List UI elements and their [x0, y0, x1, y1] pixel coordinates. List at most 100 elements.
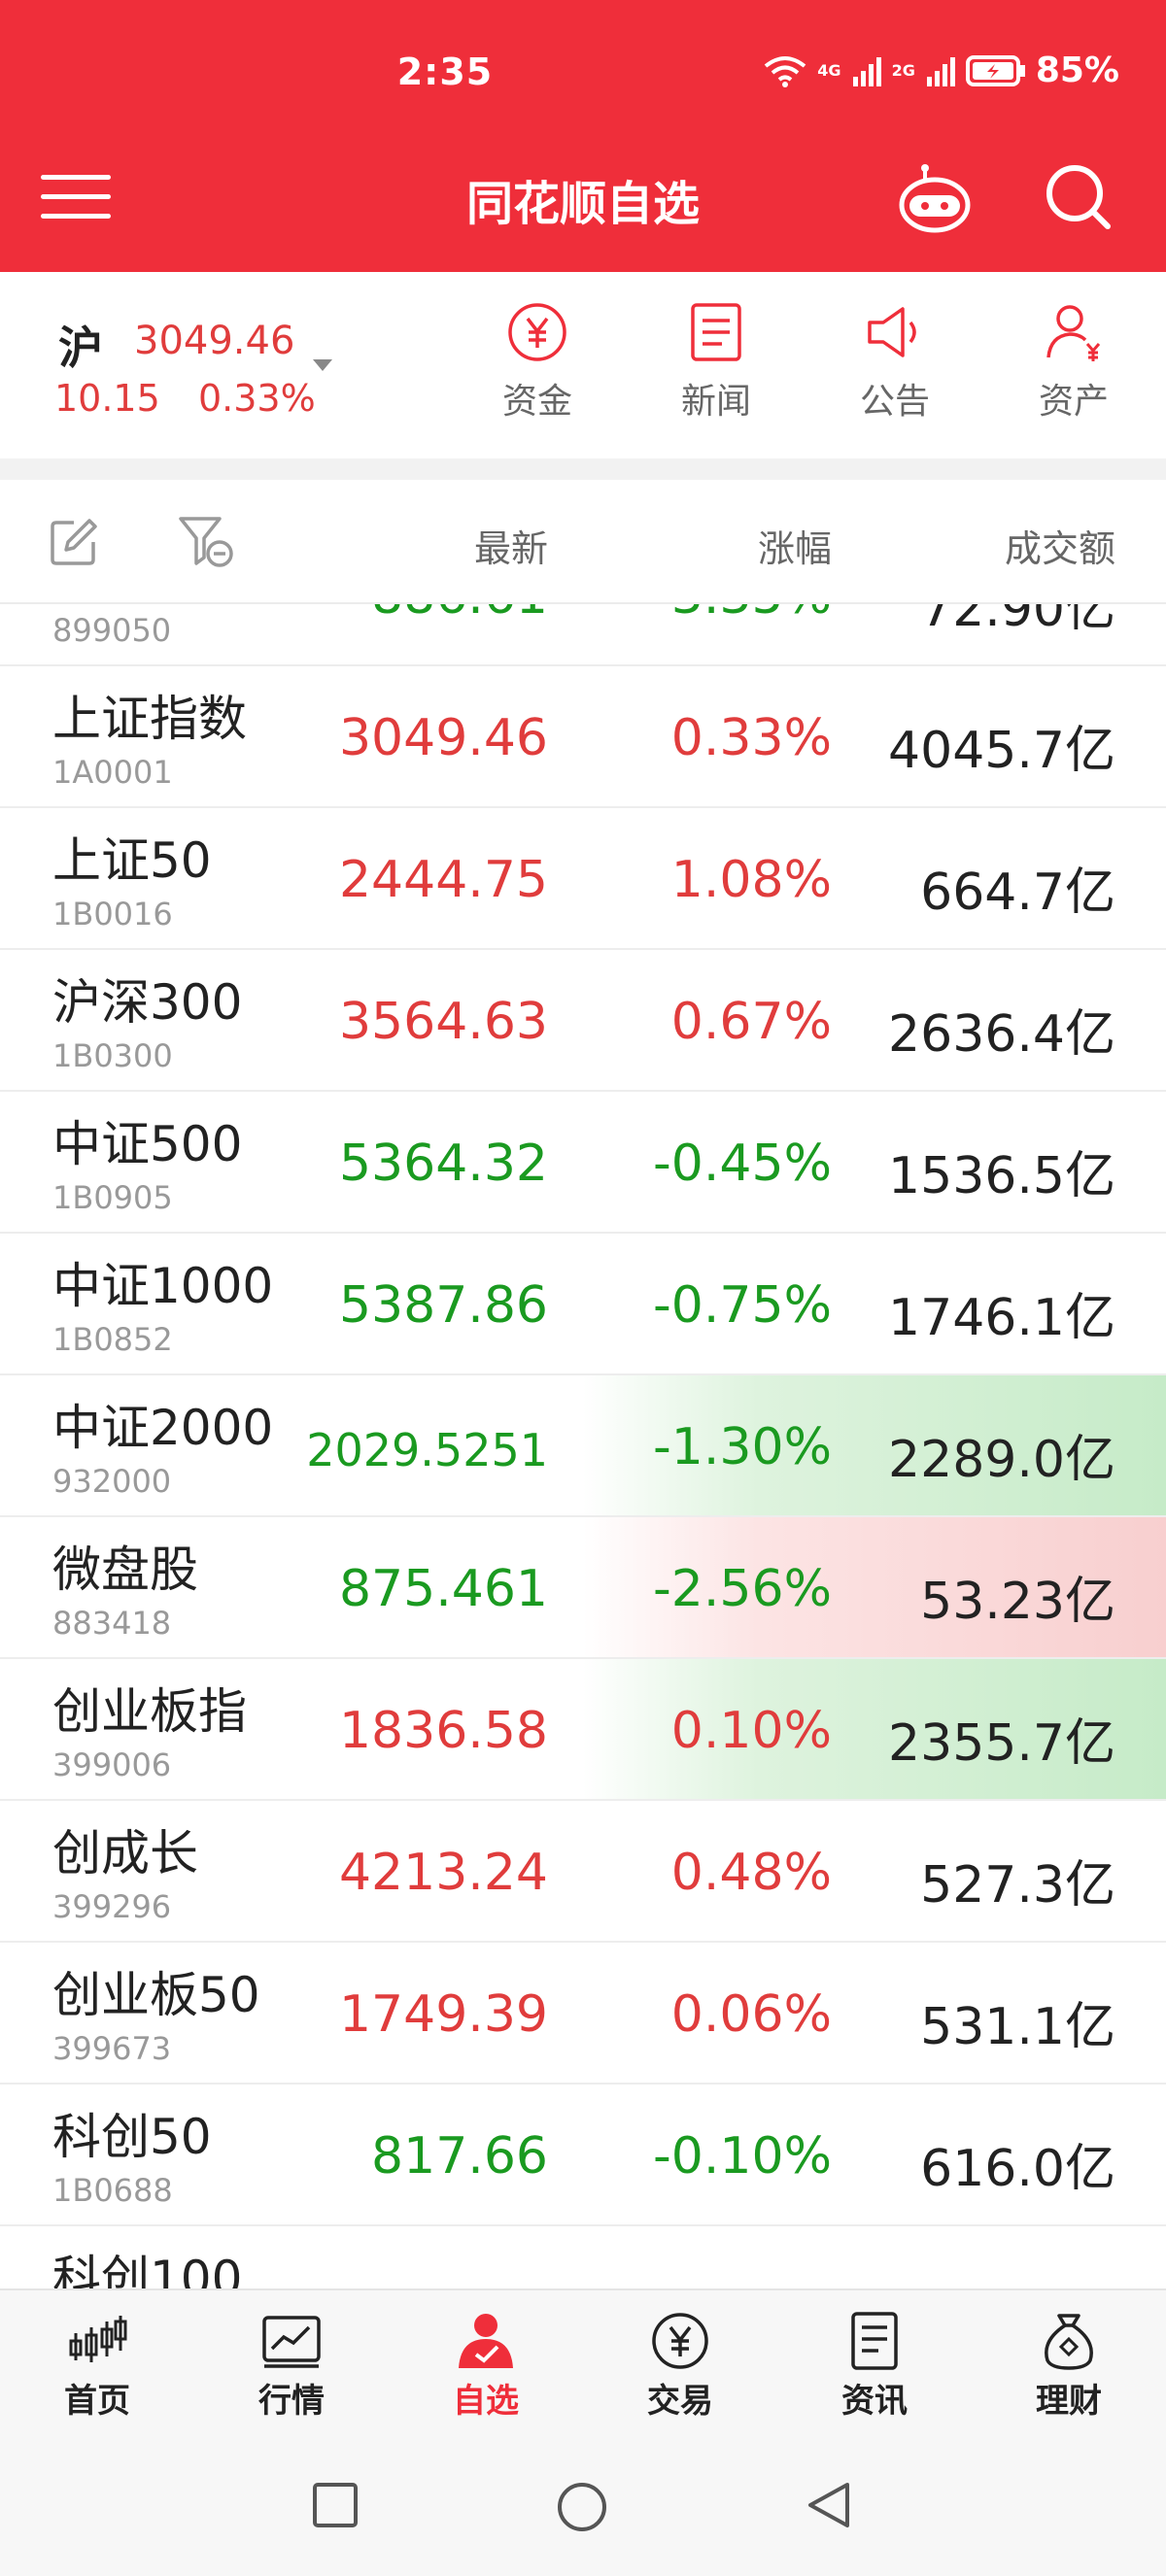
row-volume: 616.0亿 — [920, 2140, 1115, 2198]
column-volume[interactable]: 成交额 — [1005, 519, 1115, 572]
person-yuan-icon — [1046, 305, 1101, 361]
robot-assistant-icon[interactable] — [896, 160, 974, 238]
table-row[interactable]: 上证50 1B0016 2444.75 1.08% 664.7亿 — [0, 808, 1166, 950]
filter-icon[interactable] — [177, 515, 235, 569]
index-summary[interactable]: 沪 3049.46 10.15 0.33% 资金 新闻 公告 资产 — [0, 272, 1166, 458]
page-title: 同花顺自选 — [465, 177, 700, 231]
row-change: -3.35% — [653, 604, 832, 626]
column-header: 最新 涨幅 成交额 — [0, 480, 1166, 604]
row-volume: 1536.5亿 — [888, 1147, 1115, 1205]
row-latest: 875.461 — [338, 1560, 548, 1618]
nav-market[interactable]: 行情 — [214, 2312, 369, 2422]
table-row[interactable]: 上证指数 1A0001 3049.46 0.33% 4045.7亿 — [0, 666, 1166, 808]
index-percent: 0.33% — [198, 377, 316, 420]
candlestick-icon — [69, 2316, 127, 2362]
yuan-circle-icon — [508, 303, 566, 361]
row-change: 1.08% — [670, 851, 832, 909]
document-icon — [691, 303, 741, 361]
table-row[interactable]: 科创100 — [0, 2226, 1166, 2288]
column-change[interactable]: 涨幅 — [758, 519, 832, 572]
nav-trade[interactable]: 交易 — [602, 2312, 758, 2422]
network-label-1: 4G — [817, 61, 841, 80]
quick-link-announcements[interactable]: 公告 — [822, 301, 968, 424]
person-check-icon — [459, 2314, 513, 2368]
yuan-circle-icon — [652, 2313, 708, 2369]
home-icon[interactable] — [556, 2481, 608, 2533]
row-change: -0.75% — [653, 1276, 832, 1335]
row-code: 1B0688 — [52, 2172, 173, 2209]
row-name: 创业板指 — [52, 1683, 247, 1740]
section-divider — [0, 458, 1166, 480]
status-time: 2:35 — [396, 51, 494, 93]
column-latest[interactable]: 最新 — [474, 519, 548, 572]
row-change: -2.56% — [653, 1560, 832, 1618]
battery-percent: 85% — [1035, 51, 1119, 90]
row-code: 399006 — [52, 1746, 172, 1783]
watchlist[interactable]: 北证50 899050 886.61 -3.35% 72.90亿上证指数 1A0001 30… — [0, 604, 1166, 2288]
quick-link-funds[interactable]: 资金 — [464, 301, 610, 424]
row-code: 1A0001 — [52, 754, 173, 791]
row-name: 上证指数 — [52, 691, 247, 747]
row-code: 399296 — [52, 1888, 172, 1925]
quick-link-label: 新闻 — [680, 382, 751, 422]
dropdown-caret-icon[interactable] — [313, 359, 332, 371]
status-indicators: 4G 2G 85% — [763, 51, 1119, 90]
bottom-nav: 首页 行情 自选 交易 资讯 理财 — [0, 2288, 1166, 2430]
index-name: 沪 — [58, 322, 103, 374]
row-volume: 4045.7亿 — [888, 722, 1115, 780]
network-label-2: 2G — [891, 61, 915, 80]
row-latest: 5387.86 — [338, 1276, 548, 1335]
table-row[interactable]: 创业板指 399006 1836.58 0.10% 2355.7亿 — [0, 1659, 1166, 1801]
recent-apps-icon[interactable] — [311, 2481, 360, 2529]
row-latest: 5364.32 — [338, 1135, 548, 1193]
row-name: 中证1000 — [52, 1258, 274, 1314]
nav-label: 行情 — [258, 2382, 325, 2421]
row-latest: 2029.5251 — [306, 1424, 548, 1476]
chart-icon — [262, 2316, 321, 2368]
row-volume: 664.7亿 — [920, 864, 1115, 922]
signal-icon — [926, 56, 955, 86]
edit-icon[interactable] — [49, 517, 99, 567]
megaphone-icon — [868, 307, 916, 357]
table-row[interactable]: 沪深300 1B0300 3564.63 0.67% 2636.4亿 — [0, 950, 1166, 1092]
row-code: 932000 — [52, 1463, 172, 1500]
row-change: 0.67% — [670, 993, 832, 1051]
back-icon[interactable] — [805, 2481, 853, 2529]
row-name: 创成长 — [52, 1825, 198, 1881]
quick-link-label: 资产 — [1038, 382, 1109, 422]
table-row[interactable]: 中证1000 1B0852 5387.86 -0.75% 1746.1亿 — [0, 1234, 1166, 1375]
row-latest: 4213.24 — [338, 1844, 548, 1902]
nav-label: 理财 — [1036, 2382, 1102, 2421]
row-latest: 2444.75 — [338, 851, 548, 909]
table-row[interactable]: 创成长 399296 4213.24 0.48% 527.3亿 — [0, 1801, 1166, 1943]
table-row[interactable]: 中证2000 932000 2029.5251 -1.30% 2289.0亿 — [0, 1375, 1166, 1517]
row-code: 899050 — [52, 612, 172, 649]
index-price: 3049.46 — [134, 319, 295, 363]
wifi-icon — [765, 55, 806, 87]
table-row[interactable]: 微盘股 883418 875.461 -2.56% 53.23亿 — [0, 1517, 1166, 1659]
nav-label: 资讯 — [841, 2382, 908, 2421]
row-volume: 2636.4亿 — [888, 1005, 1115, 1064]
nav-label: 自选 — [453, 2382, 519, 2421]
row-latest: 886.61 — [371, 604, 548, 626]
row-name: 沪深300 — [52, 974, 243, 1031]
nav-label: 交易 — [647, 2382, 713, 2421]
search-icon[interactable] — [1042, 160, 1115, 234]
nav-watchlist[interactable]: 自选 — [408, 2312, 564, 2422]
table-row[interactable]: 创业板50 399673 1749.39 0.06% 531.1亿 — [0, 1943, 1166, 2085]
table-row[interactable]: 北证50 899050 886.61 -3.35% 72.90亿 — [0, 604, 1166, 666]
signal-icon — [852, 56, 881, 86]
table-row[interactable]: 科创50 1B0688 817.66 -0.10% 616.0亿 — [0, 2085, 1166, 2226]
row-volume: 2355.7亿 — [888, 1714, 1115, 1773]
nav-home[interactable]: 首页 — [19, 2312, 175, 2422]
nav-info[interactable]: 资讯 — [797, 2312, 952, 2422]
table-row[interactable]: 中证500 1B0905 5364.32 -0.45% 1536.5亿 — [0, 1092, 1166, 1234]
document-icon — [851, 2312, 898, 2370]
app-header: 2:35 4G 2G 85% 同花顺自选 — [0, 0, 1166, 272]
row-change: -0.10% — [653, 2127, 832, 2186]
quick-link-label: 公告 — [859, 382, 930, 422]
nav-wealth[interactable]: 理财 — [991, 2312, 1147, 2422]
quick-link-news[interactable]: 新闻 — [643, 301, 789, 424]
quick-link-assets[interactable]: 资产 — [1001, 301, 1147, 424]
row-change: 0.48% — [670, 1844, 832, 1902]
